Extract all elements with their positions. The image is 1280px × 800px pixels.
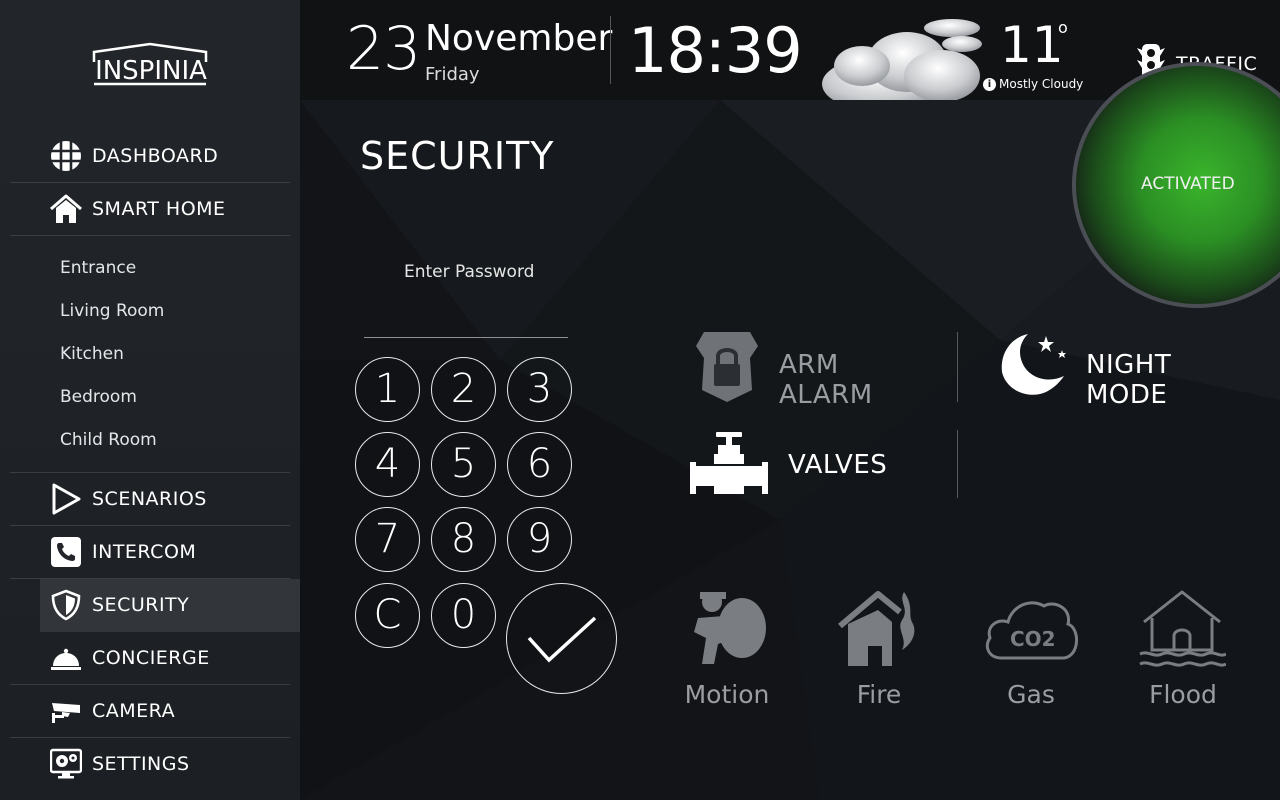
home-icon <box>50 194 82 223</box>
keypad-key-clear[interactable]: C <box>355 583 420 648</box>
arm-alarm-button[interactable]: ARM ALARM <box>694 328 934 410</box>
sidebar-item-label: SMART HOME <box>92 198 226 220</box>
sidebar-item-label: INTERCOM <box>92 541 197 563</box>
keypad-key-4[interactable]: 4 <box>355 432 420 497</box>
phone-icon <box>51 537 81 567</box>
settings-gear-icon <box>50 748 82 779</box>
night-mode-button[interactable]: NIGHT MODE <box>998 330 1238 410</box>
header-divider <box>610 16 611 84</box>
alarm-shield-lock-icon <box>696 332 758 402</box>
sidebar-item-camera[interactable]: CAMERA <box>10 685 290 738</box>
date-day: 23 <box>346 14 421 84</box>
sidebar-item-smart-home[interactable]: SMART HOME <box>10 183 290 236</box>
play-icon <box>52 483 81 515</box>
sidebar-item-concierge[interactable]: CONCIERGE <box>10 632 290 685</box>
app-logo[interactable]: INSPINIA <box>80 40 220 88</box>
sidebar-subitem-bedroom[interactable]: Bedroom <box>60 387 137 407</box>
svg-text:CO2: CO2 <box>1010 627 1056 651</box>
night-mode-label: NIGHT MODE <box>1086 350 1172 410</box>
valve-pipe-icon <box>690 432 768 494</box>
keypad-key-7[interactable]: 7 <box>355 507 420 572</box>
keypad-key-1[interactable]: 1 <box>355 357 420 422</box>
sidebar-item-scenarios[interactable]: SCENARIOS <box>10 473 290 526</box>
sensor-flood-label: Flood <box>1149 680 1217 709</box>
date-month: November <box>425 18 613 59</box>
fire-house-icon[interactable] <box>838 588 922 670</box>
sidebar-subitem-kitchen[interactable]: Kitchen <box>60 344 124 364</box>
sidebar-item-label: SETTINGS <box>92 753 190 775</box>
page-title: SECURITY <box>360 134 555 178</box>
flood-house-icon[interactable] <box>1138 588 1226 670</box>
sidebar-subitem-entrance[interactable]: Entrance <box>60 258 136 278</box>
shield-icon <box>51 589 81 621</box>
weather-description: Mostly Cloudy <box>999 77 1084 91</box>
sensor-motion-label: Motion <box>684 680 770 709</box>
sidebar-item-security[interactable]: SECURITY <box>40 579 300 632</box>
camera-icon <box>52 703 80 723</box>
service-bell-icon <box>51 648 81 670</box>
sidebar-item-label: SECURITY <box>92 594 190 616</box>
password-field[interactable] <box>364 296 568 338</box>
sidebar-item-dashboard[interactable]: DASHBOARD <box>10 130 290 183</box>
logo-text: INSPINIA <box>95 56 207 86</box>
control-divider <box>957 430 958 498</box>
password-label: Enter Password <box>404 262 535 282</box>
cloud-icon <box>822 19 982 112</box>
keypad-key-0[interactable]: 0 <box>431 583 496 648</box>
arm-alarm-label: ARM ALARM <box>779 350 873 410</box>
keypad-key-8[interactable]: 8 <box>431 507 496 572</box>
checkmark-icon <box>527 616 597 663</box>
keypad-key-2[interactable]: 2 <box>431 357 496 422</box>
sidebar-item-label: SCENARIOS <box>92 488 207 510</box>
sidebar-subitem-child-room[interactable]: Child Room <box>60 430 157 450</box>
sidebar-item-label: CONCIERGE <box>92 647 210 669</box>
sensor-gas-label: Gas <box>1007 680 1055 709</box>
sidebar-item-intercom[interactable]: INTERCOM <box>10 526 290 579</box>
co2-cloud-icon[interactable]: CO2 <box>982 594 1080 664</box>
moon-stars-icon <box>1001 334 1066 395</box>
keypad-confirm-button[interactable] <box>506 583 617 694</box>
clock-time: 18:39 <box>628 14 803 87</box>
keypad-key-6[interactable]: 6 <box>507 432 572 497</box>
sidebar-item-label: CAMERA <box>92 700 176 722</box>
temperature-value: 11 <box>1000 16 1064 74</box>
dashboard-grid-icon <box>51 141 81 171</box>
keypad-key-9[interactable]: 9 <box>507 507 572 572</box>
sidebar-subitem-living-room[interactable]: Living Room <box>60 301 164 321</box>
keypad-key-3[interactable]: 3 <box>507 357 572 422</box>
control-divider <box>957 332 958 402</box>
sensor-fire-label: Fire <box>856 680 902 709</box>
sidebar-item-label: DASHBOARD <box>92 145 219 167</box>
sidebar-item-settings[interactable]: SETTINGS <box>10 738 290 791</box>
date-weekday: Friday <box>425 64 480 85</box>
info-icon[interactable]: i <box>983 78 996 91</box>
temperature-degree: o <box>1058 18 1068 37</box>
valves-label: VALVES <box>788 450 888 480</box>
keypad-key-5[interactable]: 5 <box>431 432 496 497</box>
sidebar: INSPINIA DASHBOARD SMART HOME Entrance L… <box>0 0 300 800</box>
status-label: ACTIVATED <box>1141 174 1235 194</box>
valves-button[interactable]: VALVES <box>690 430 920 496</box>
motion-burglar-icon[interactable] <box>690 588 768 670</box>
